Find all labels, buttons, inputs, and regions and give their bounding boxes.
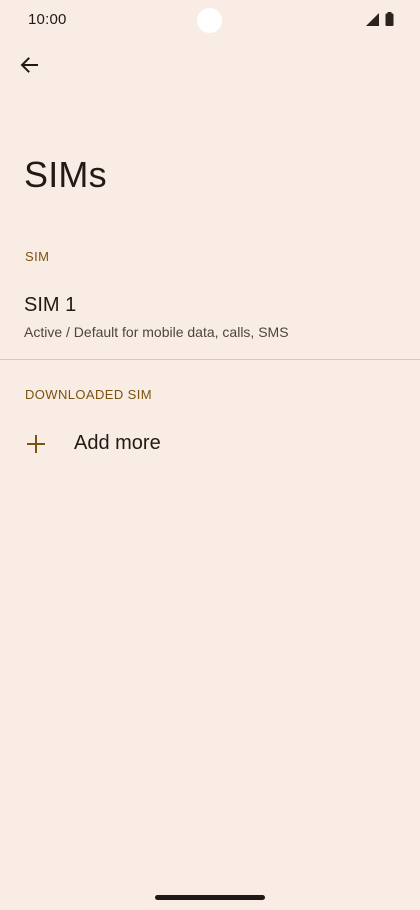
camera-cutout: [197, 8, 222, 33]
section-header-downloaded-sim: DOWNLOADED SIM: [25, 387, 152, 402]
add-more-label: Add more: [74, 432, 161, 454]
status-icons: [366, 12, 394, 26]
battery-icon: [385, 12, 394, 26]
gesture-nav-handle[interactable]: [155, 895, 265, 900]
arrow-back-icon: [19, 55, 39, 80]
sim-1-item[interactable]: SIM 1 Active / Default for mobile data, …: [0, 280, 420, 358]
signal-icon: [366, 12, 379, 26]
page-title: SIMs: [24, 154, 107, 195]
back-button[interactable]: [10, 48, 48, 86]
sim-1-summary: Active / Default for mobile data, calls,…: [24, 324, 289, 340]
status-time: 10:00: [28, 11, 67, 28]
status-bar: 10:00: [0, 0, 420, 40]
add-more-button[interactable]: Add more: [0, 418, 420, 472]
sim-1-title: SIM 1: [24, 294, 77, 316]
plus-icon: [25, 433, 47, 455]
section-header-sim: SIM: [25, 249, 50, 264]
sims-settings-screen: 10:00 SIMs SIM SIM 1 Active / Default fo…: [0, 0, 420, 910]
divider: [0, 359, 420, 360]
